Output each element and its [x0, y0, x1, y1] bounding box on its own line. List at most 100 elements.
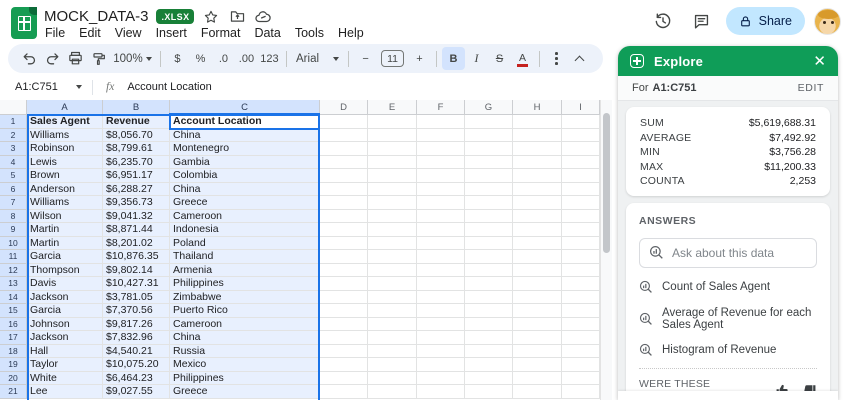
cell-D21[interactable]: [320, 385, 368, 399]
cell-E14[interactable]: [368, 290, 417, 304]
strikethrough-button[interactable]: S: [488, 47, 511, 70]
row-header-17[interactable]: 17: [0, 331, 27, 345]
menu-format[interactable]: Format: [194, 24, 248, 42]
row-header-13[interactable]: 13: [0, 277, 27, 291]
cell-G4[interactable]: [465, 155, 513, 169]
row-header-12[interactable]: 12: [0, 263, 27, 277]
cell-E15[interactable]: [368, 304, 417, 318]
cell-A9[interactable]: Martin: [27, 223, 103, 237]
cell-F8[interactable]: [417, 209, 465, 223]
cell-I15[interactable]: [562, 304, 600, 318]
cell-I20[interactable]: [562, 371, 600, 385]
cell-C16[interactable]: Cameroon: [170, 317, 320, 331]
cell-A4[interactable]: Lewis: [27, 155, 103, 169]
cell-H5[interactable]: [513, 169, 562, 183]
cell-I17[interactable]: [562, 331, 600, 345]
cell-G1[interactable]: [465, 115, 513, 129]
cell-D9[interactable]: [320, 223, 368, 237]
cell-G7[interactable]: [465, 196, 513, 210]
cell-C13[interactable]: Philippines: [170, 277, 320, 291]
cell-A12[interactable]: Thompson: [27, 263, 103, 277]
row-header-16[interactable]: 16: [0, 317, 27, 331]
cell-B8[interactable]: $9,041.32: [103, 209, 170, 223]
edit-range-button[interactable]: EDIT: [798, 82, 824, 94]
cell-H17[interactable]: [513, 331, 562, 345]
text-color-button[interactable]: A: [511, 47, 534, 70]
cell-I19[interactable]: [562, 358, 600, 372]
font-size-input[interactable]: 11: [381, 50, 404, 67]
cell-F1[interactable]: [417, 115, 465, 129]
cell-A18[interactable]: Hall: [27, 344, 103, 358]
col-header-D[interactable]: D: [320, 100, 368, 115]
cell-I16[interactable]: [562, 317, 600, 331]
cell-B5[interactable]: $6,951.17: [103, 169, 170, 183]
bold-button[interactable]: B: [442, 47, 465, 70]
cell-C10[interactable]: Poland: [170, 236, 320, 250]
cell-E16[interactable]: [368, 317, 417, 331]
sheets-logo[interactable]: [11, 7, 37, 39]
cell-B6[interactable]: $6,288.27: [103, 182, 170, 196]
cell-E17[interactable]: [368, 331, 417, 345]
cell-E1[interactable]: [368, 115, 417, 129]
collapse-toolbar-icon[interactable]: [568, 47, 591, 70]
cell-I2[interactable]: [562, 128, 600, 142]
row-header-3[interactable]: 3: [0, 142, 27, 156]
select-all-corner[interactable]: [0, 100, 27, 115]
zoom-select[interactable]: 100%: [110, 47, 155, 70]
cell-F21[interactable]: [417, 385, 465, 399]
answer-suggestion-3[interactable]: Histogram of Revenue: [639, 343, 817, 357]
row-header-15[interactable]: 15: [0, 304, 27, 318]
row-header-2[interactable]: 2: [0, 128, 27, 142]
cell-I18[interactable]: [562, 344, 600, 358]
cell-I7[interactable]: [562, 196, 600, 210]
cell-B10[interactable]: $8,201.02: [103, 236, 170, 250]
cell-A11[interactable]: Garcia: [27, 250, 103, 264]
ask-data-input[interactable]: [672, 245, 807, 260]
cell-D12[interactable]: [320, 263, 368, 277]
account-avatar[interactable]: [814, 7, 841, 35]
cell-B12[interactable]: $9,802.14: [103, 263, 170, 277]
cell-D8[interactable]: [320, 209, 368, 223]
cell-H15[interactable]: [513, 304, 562, 318]
cell-H12[interactable]: [513, 263, 562, 277]
cloud-saved-icon[interactable]: [254, 8, 272, 26]
ask-data-searchbox[interactable]: [639, 237, 817, 268]
cell-B7[interactable]: $9,356.73: [103, 196, 170, 210]
cell-B19[interactable]: $10,075.20: [103, 358, 170, 372]
cell-E13[interactable]: [368, 277, 417, 291]
cell-A20[interactable]: White: [27, 371, 103, 385]
cell-D6[interactable]: [320, 182, 368, 196]
cell-C15[interactable]: Puerto Rico: [170, 304, 320, 318]
font-select[interactable]: Arial: [292, 47, 343, 70]
cell-I11[interactable]: [562, 250, 600, 264]
cell-F5[interactable]: [417, 169, 465, 183]
cell-G8[interactable]: [465, 209, 513, 223]
cell-H7[interactable]: [513, 196, 562, 210]
cell-C19[interactable]: Mexico: [170, 358, 320, 372]
cell-C8[interactable]: Cameroon: [170, 209, 320, 223]
close-icon[interactable]: ✕: [813, 54, 826, 69]
cell-C5[interactable]: Colombia: [170, 169, 320, 183]
row-header-18[interactable]: 18: [0, 344, 27, 358]
cell-A7[interactable]: Williams: [27, 196, 103, 210]
cell-F10[interactable]: [417, 236, 465, 250]
cell-E2[interactable]: [368, 128, 417, 142]
comments-icon[interactable]: [687, 6, 717, 36]
cell-I14[interactable]: [562, 290, 600, 304]
row-header-4[interactable]: 4: [0, 155, 27, 169]
cell-B3[interactable]: $8,799.61: [103, 142, 170, 156]
cell-H3[interactable]: [513, 142, 562, 156]
cell-E10[interactable]: [368, 236, 417, 250]
cell-F2[interactable]: [417, 128, 465, 142]
cell-H13[interactable]: [513, 277, 562, 291]
scrollbar-thumb[interactable]: [603, 113, 610, 253]
menu-tools[interactable]: Tools: [288, 24, 331, 42]
cell-A19[interactable]: Taylor: [27, 358, 103, 372]
formula-input[interactable]: Account Location: [127, 81, 211, 93]
cell-C20[interactable]: Philippines: [170, 371, 320, 385]
cell-A2[interactable]: Williams: [27, 128, 103, 142]
cell-G18[interactable]: [465, 344, 513, 358]
cell-E11[interactable]: [368, 250, 417, 264]
cell-H21[interactable]: [513, 385, 562, 399]
redo-icon[interactable]: [41, 47, 64, 70]
